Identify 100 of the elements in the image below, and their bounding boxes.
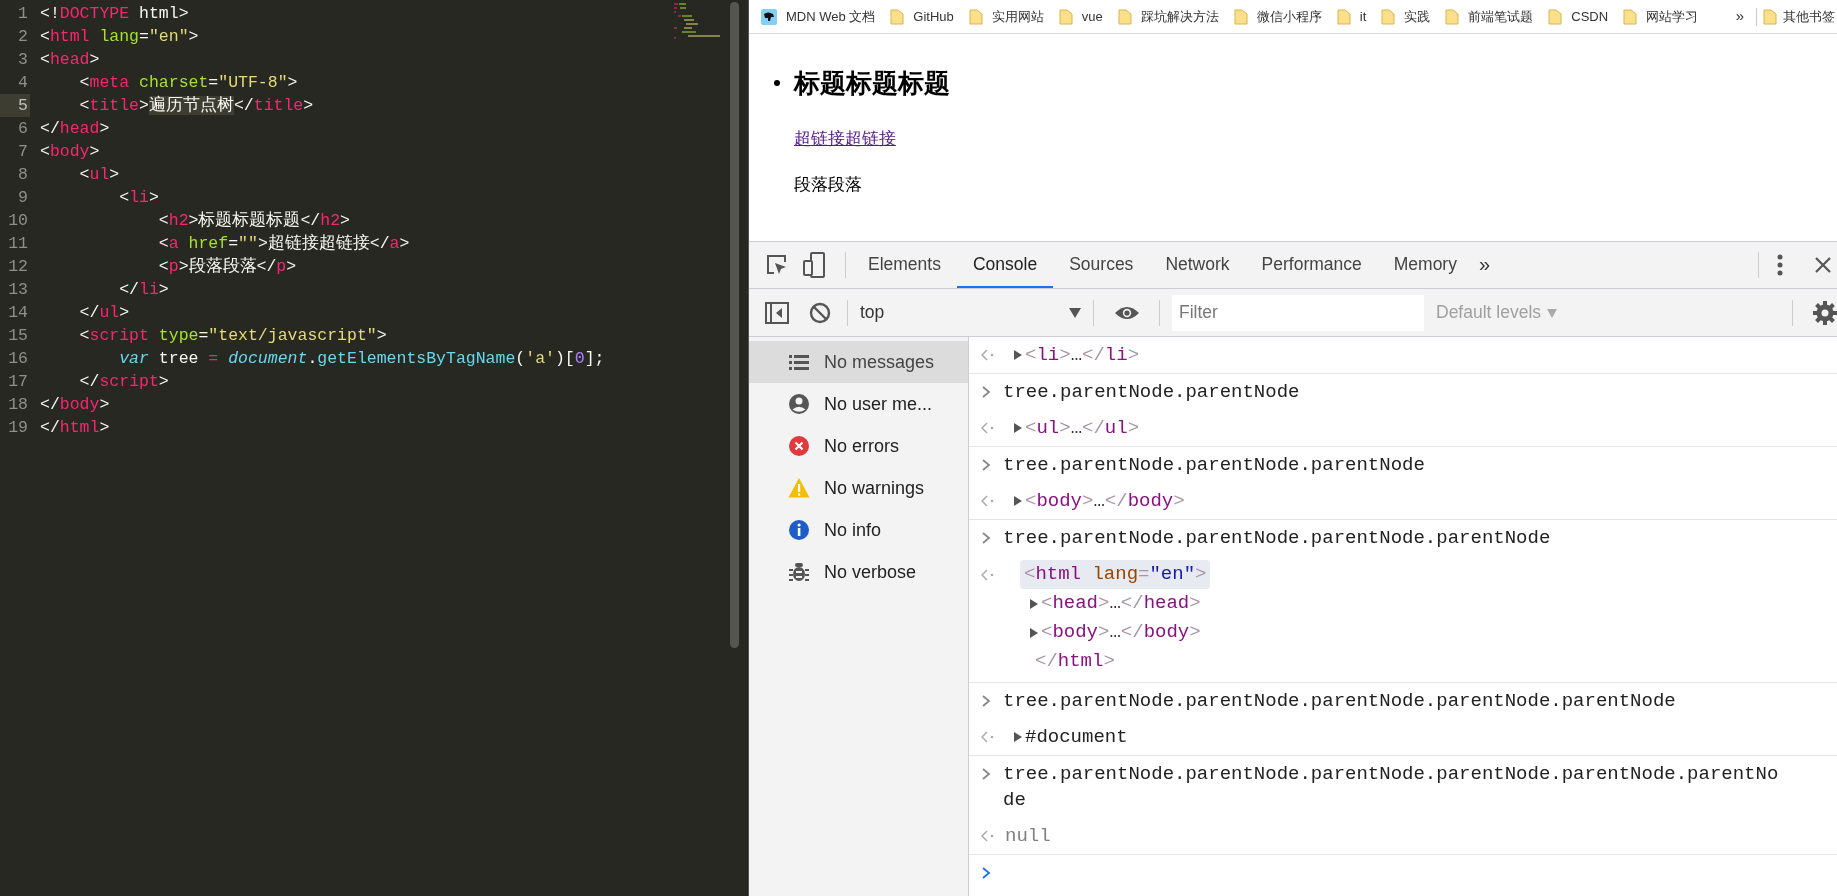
devtools-tab[interactable]: Elements [852,242,957,288]
close-icon[interactable] [1815,257,1831,273]
line-number: 17 [7,371,29,393]
more-bookmarks-button[interactable]: » [1729,5,1750,28]
line-number: 4 [17,72,29,94]
bookmark[interactable]: 踩坑解决方法 [1117,6,1219,27]
device-icon[interactable] [803,252,825,278]
code-line: <head> [40,49,100,71]
bookmark[interactable]: GitHub [890,6,954,27]
bookmark[interactable]: CSDN [1548,6,1609,27]
folder-icon [1548,8,1563,25]
line-number: 8 [17,164,29,186]
bookmark[interactable]: it [1336,6,1367,27]
caret-icon [1069,307,1081,318]
bookmark[interactable]: 前端笔试题 [1445,6,1534,27]
code-line: <h2>标题标题标题</h2> [157,210,350,232]
warning-icon [788,477,810,499]
code-line: <li> [118,187,159,209]
inspect-icon[interactable] [765,253,789,277]
code-line: <!DOCTYPE html> [40,3,189,25]
scrollbar[interactable] [730,2,739,648]
collapsed-triangle-icon[interactable] [1013,349,1023,361]
error-icon [788,435,810,457]
code-line: <a href="">超链接超链接</a> [157,233,410,255]
info-icon [788,519,810,541]
result-arrow-icon [981,495,995,507]
bookmark[interactable]: MDN Web 文档 [761,6,876,27]
tree-node[interactable]: <body>…</body> [1041,618,1201,647]
folder-icon [1058,8,1073,25]
prompt-chevron-icon [981,866,991,880]
caret-icon [1547,307,1558,318]
sidebar-item[interactable]: No info [749,509,968,551]
bookmark[interactable]: 其他书签 [1763,6,1837,27]
bookmark[interactable]: 实用网站 [968,6,1044,27]
collapsed-triangle-icon[interactable] [1013,495,1023,507]
line-number: 3 [17,49,29,71]
console-result[interactable]: <body>…</body> [1025,487,1185,515]
collapsed-triangle-icon[interactable] [1013,422,1023,434]
command-text: tree.parentNode.parentNode.parentNode.parentNode.parentNode [1003,689,1677,714]
tree-node[interactable]: <head>…</head> [1041,589,1201,618]
user-icon [788,393,810,415]
devtools-tab[interactable]: Sources [1053,242,1150,288]
folder-icon [1117,8,1132,25]
bookmark[interactable]: 实践 [1381,6,1431,27]
console-result[interactable]: #document [1025,723,1128,751]
line-number: 9 [17,187,29,209]
code-line: <script type="text/javascript"> [78,325,387,347]
input-chevron-icon [981,458,991,472]
page-paragraph: 段落段落 [794,173,863,196]
more-tabs-button[interactable]: » [1472,248,1497,282]
eye-icon[interactable] [1114,304,1140,321]
line-number: 1 [17,3,29,25]
folder-icon [890,8,905,25]
clear-icon[interactable] [809,301,831,324]
sidebar-item[interactable]: No user me... [749,383,968,425]
line-number: 11 [7,233,29,255]
sidebar-item[interactable]: No warnings [749,467,968,509]
collapsed-triangle-icon[interactable] [1029,626,1039,639]
input-chevron-icon [981,694,991,708]
line-number: 13 [7,279,29,301]
code-line: var tree = document.getElementsByTagName('a')[0]; [118,348,605,370]
line-number: 15 [7,325,29,347]
folder-icon [1623,8,1638,25]
page-link[interactable]: 超链接超链接 [794,129,896,148]
console-result[interactable]: <ul>…</ul> [1025,414,1140,442]
code-line: <body> [40,141,100,163]
folder-icon [968,8,983,25]
dinosaur-icon [761,8,777,25]
sidebar-item[interactable]: No verbose [749,551,968,593]
filter-field[interactable]: Filter [1172,294,1424,331]
more-options-icon[interactable] [1777,254,1783,276]
devtools-tab[interactable]: Network [1149,242,1246,288]
result-arrow-icon [981,349,995,361]
collapsed-triangle-icon[interactable] [1029,597,1039,610]
code-line: </li> [118,279,169,301]
sidebar-item[interactable]: No errors [749,425,968,467]
sidebar-item[interactable]: No messages [749,341,968,383]
line-number: 16 [7,348,29,370]
folder-icon [1763,8,1777,25]
code-line: </html> [40,417,110,439]
devtools-tab[interactable]: Memory [1377,242,1473,288]
devtools-tab[interactable]: Performance [1245,242,1378,288]
input-chevron-icon [981,385,991,399]
command-text: tree.parentNode.parentNode [1003,380,1301,405]
line-number: 7 [17,141,29,163]
bookmark[interactable]: vue [1058,6,1103,27]
bookmark[interactable]: 微信小程序 [1233,6,1322,27]
collapsed-triangle-icon[interactable] [1013,731,1023,743]
console-result: null [1005,824,1051,849]
context-select[interactable]: top [848,299,1093,326]
result-arrow-icon [981,830,995,842]
sidebar-toggle-icon[interactable] [765,301,789,324]
folder-icon [1381,8,1396,25]
console-result[interactable]: <li>…</li> [1025,341,1140,369]
closing-tag-text: </html> [1035,650,1115,672]
result-arrow-icon [981,568,995,581]
bookmark[interactable]: 网站学习 [1623,6,1699,27]
console-result[interactable]: <html lang="en"> [1020,560,1211,589]
settings-icon[interactable] [1813,300,1837,325]
bug-icon [788,561,810,583]
